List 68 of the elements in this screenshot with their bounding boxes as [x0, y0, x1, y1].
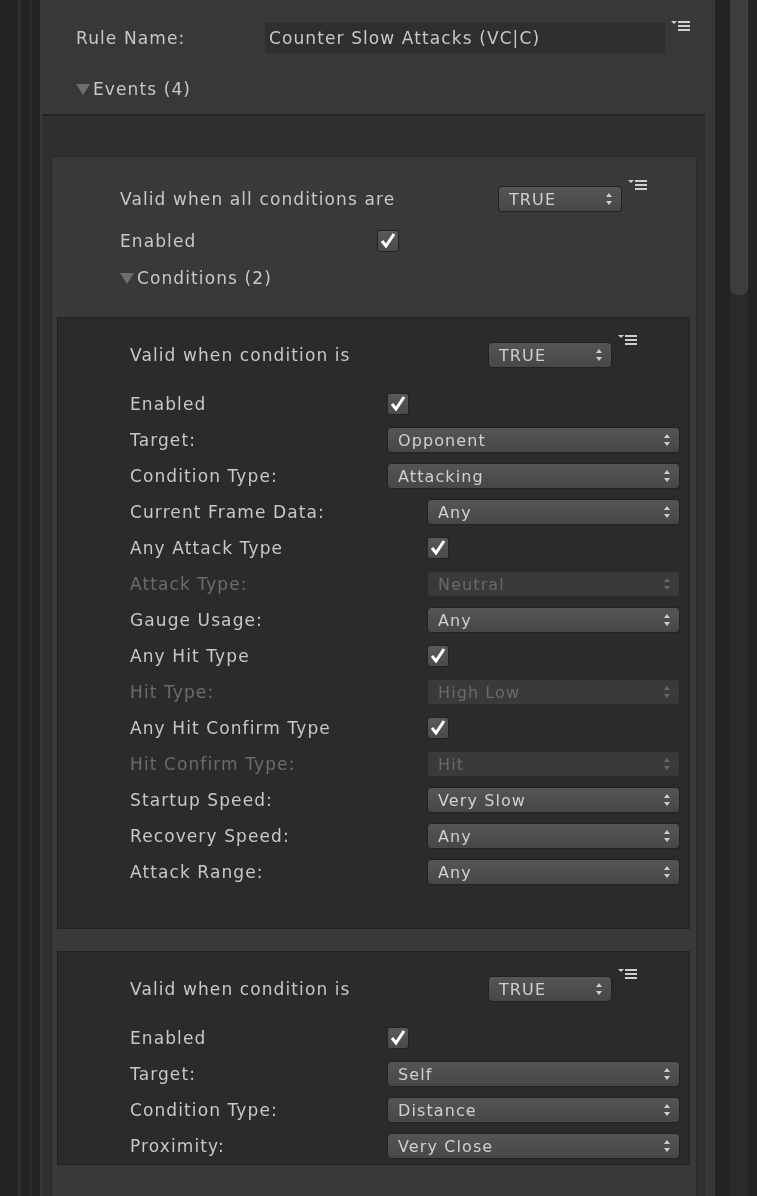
checkbox[interactable]: [387, 393, 409, 415]
triangle-icon: [120, 272, 134, 284]
field-label: Any Hit Confirm Type: [130, 718, 332, 738]
caret-icon: [663, 866, 671, 878]
triangle-icon: [76, 83, 90, 95]
caret-icon: [663, 1140, 671, 1152]
caret-icon: [663, 470, 671, 482]
field-label: Valid when condition is: [130, 979, 352, 999]
checkbox[interactable]: [427, 537, 449, 559]
field-label: Valid when all conditions are: [120, 189, 397, 209]
dropdown[interactable]: Attacking: [387, 463, 680, 489]
dropdown[interactable]: Very Slow: [427, 787, 680, 813]
caret-icon: [663, 758, 671, 770]
checkbox[interactable]: [427, 645, 449, 667]
foldout-toggle[interactable]: Conditions (2): [52, 261, 272, 295]
options-menu-icon[interactable]: [628, 179, 648, 191]
field-label: Target:: [130, 1064, 198, 1084]
field-label: Attack Range:: [130, 862, 265, 882]
options-menu-icon[interactable]: [618, 334, 638, 346]
input-field[interactable]: Counter Slow Attacks (VC|C): [265, 23, 665, 53]
caret-icon: [663, 830, 671, 842]
field-label: Enabled: [130, 394, 208, 414]
field-label: Any Hit Type: [130, 646, 251, 666]
dropdown[interactable]: Any: [427, 607, 680, 633]
field-label: Recovery Speed:: [130, 826, 291, 846]
field-label: Enabled: [120, 231, 198, 251]
caret-icon: [663, 614, 671, 626]
caret-icon: [663, 434, 671, 446]
dropdown[interactable]: Very Close: [387, 1133, 680, 1159]
caret-icon: [663, 578, 671, 590]
field-label: Startup Speed:: [130, 790, 274, 810]
options-menu-icon[interactable]: [671, 20, 691, 32]
caret-icon: [605, 193, 613, 205]
field-label: Current Frame Data:: [130, 502, 326, 522]
field-label: Attack Type:: [130, 574, 249, 594]
dropdown[interactable]: TRUE: [488, 342, 612, 368]
field-label: Condition Type:: [130, 1100, 279, 1120]
dropdown[interactable]: Any: [427, 499, 680, 525]
checkbox[interactable]: [387, 1027, 409, 1049]
field-label: Any Attack Type: [130, 538, 285, 558]
checkbox[interactable]: [377, 230, 399, 252]
options-menu-icon[interactable]: [618, 968, 638, 980]
field-label: Proximity:: [130, 1136, 226, 1156]
dropdown[interactable]: Distance: [387, 1097, 680, 1123]
dropdown[interactable]: TRUE: [498, 186, 622, 212]
foldout-toggle[interactable]: Events (4): [40, 72, 192, 106]
caret-icon: [663, 1104, 671, 1116]
dropdown[interactable]: Self: [387, 1061, 680, 1087]
scrollbar-thumb[interactable]: [730, 0, 748, 295]
dropdown[interactable]: Opponent: [387, 427, 680, 453]
field-label: Hit Confirm Type:: [130, 754, 297, 774]
field-label: Hit Type:: [130, 682, 216, 702]
checkbox[interactable]: [427, 717, 449, 739]
field-label: Target:: [130, 430, 198, 450]
caret-icon: [595, 983, 603, 995]
caret-icon: [663, 1068, 671, 1080]
field-label: Valid when condition is: [130, 345, 352, 365]
field-label: Rule Name:: [76, 28, 187, 48]
dropdown[interactable]: TRUE: [488, 976, 612, 1002]
dropdown[interactable]: Any: [427, 823, 680, 849]
field-label: Gauge Usage:: [130, 610, 264, 630]
field-label: Condition Type:: [130, 466, 279, 486]
caret-icon: [595, 349, 603, 361]
field-label: Enabled: [130, 1028, 208, 1048]
dropdown[interactable]: Any: [427, 859, 680, 885]
caret-icon: [663, 686, 671, 698]
caret-icon: [663, 506, 671, 518]
caret-icon: [663, 794, 671, 806]
